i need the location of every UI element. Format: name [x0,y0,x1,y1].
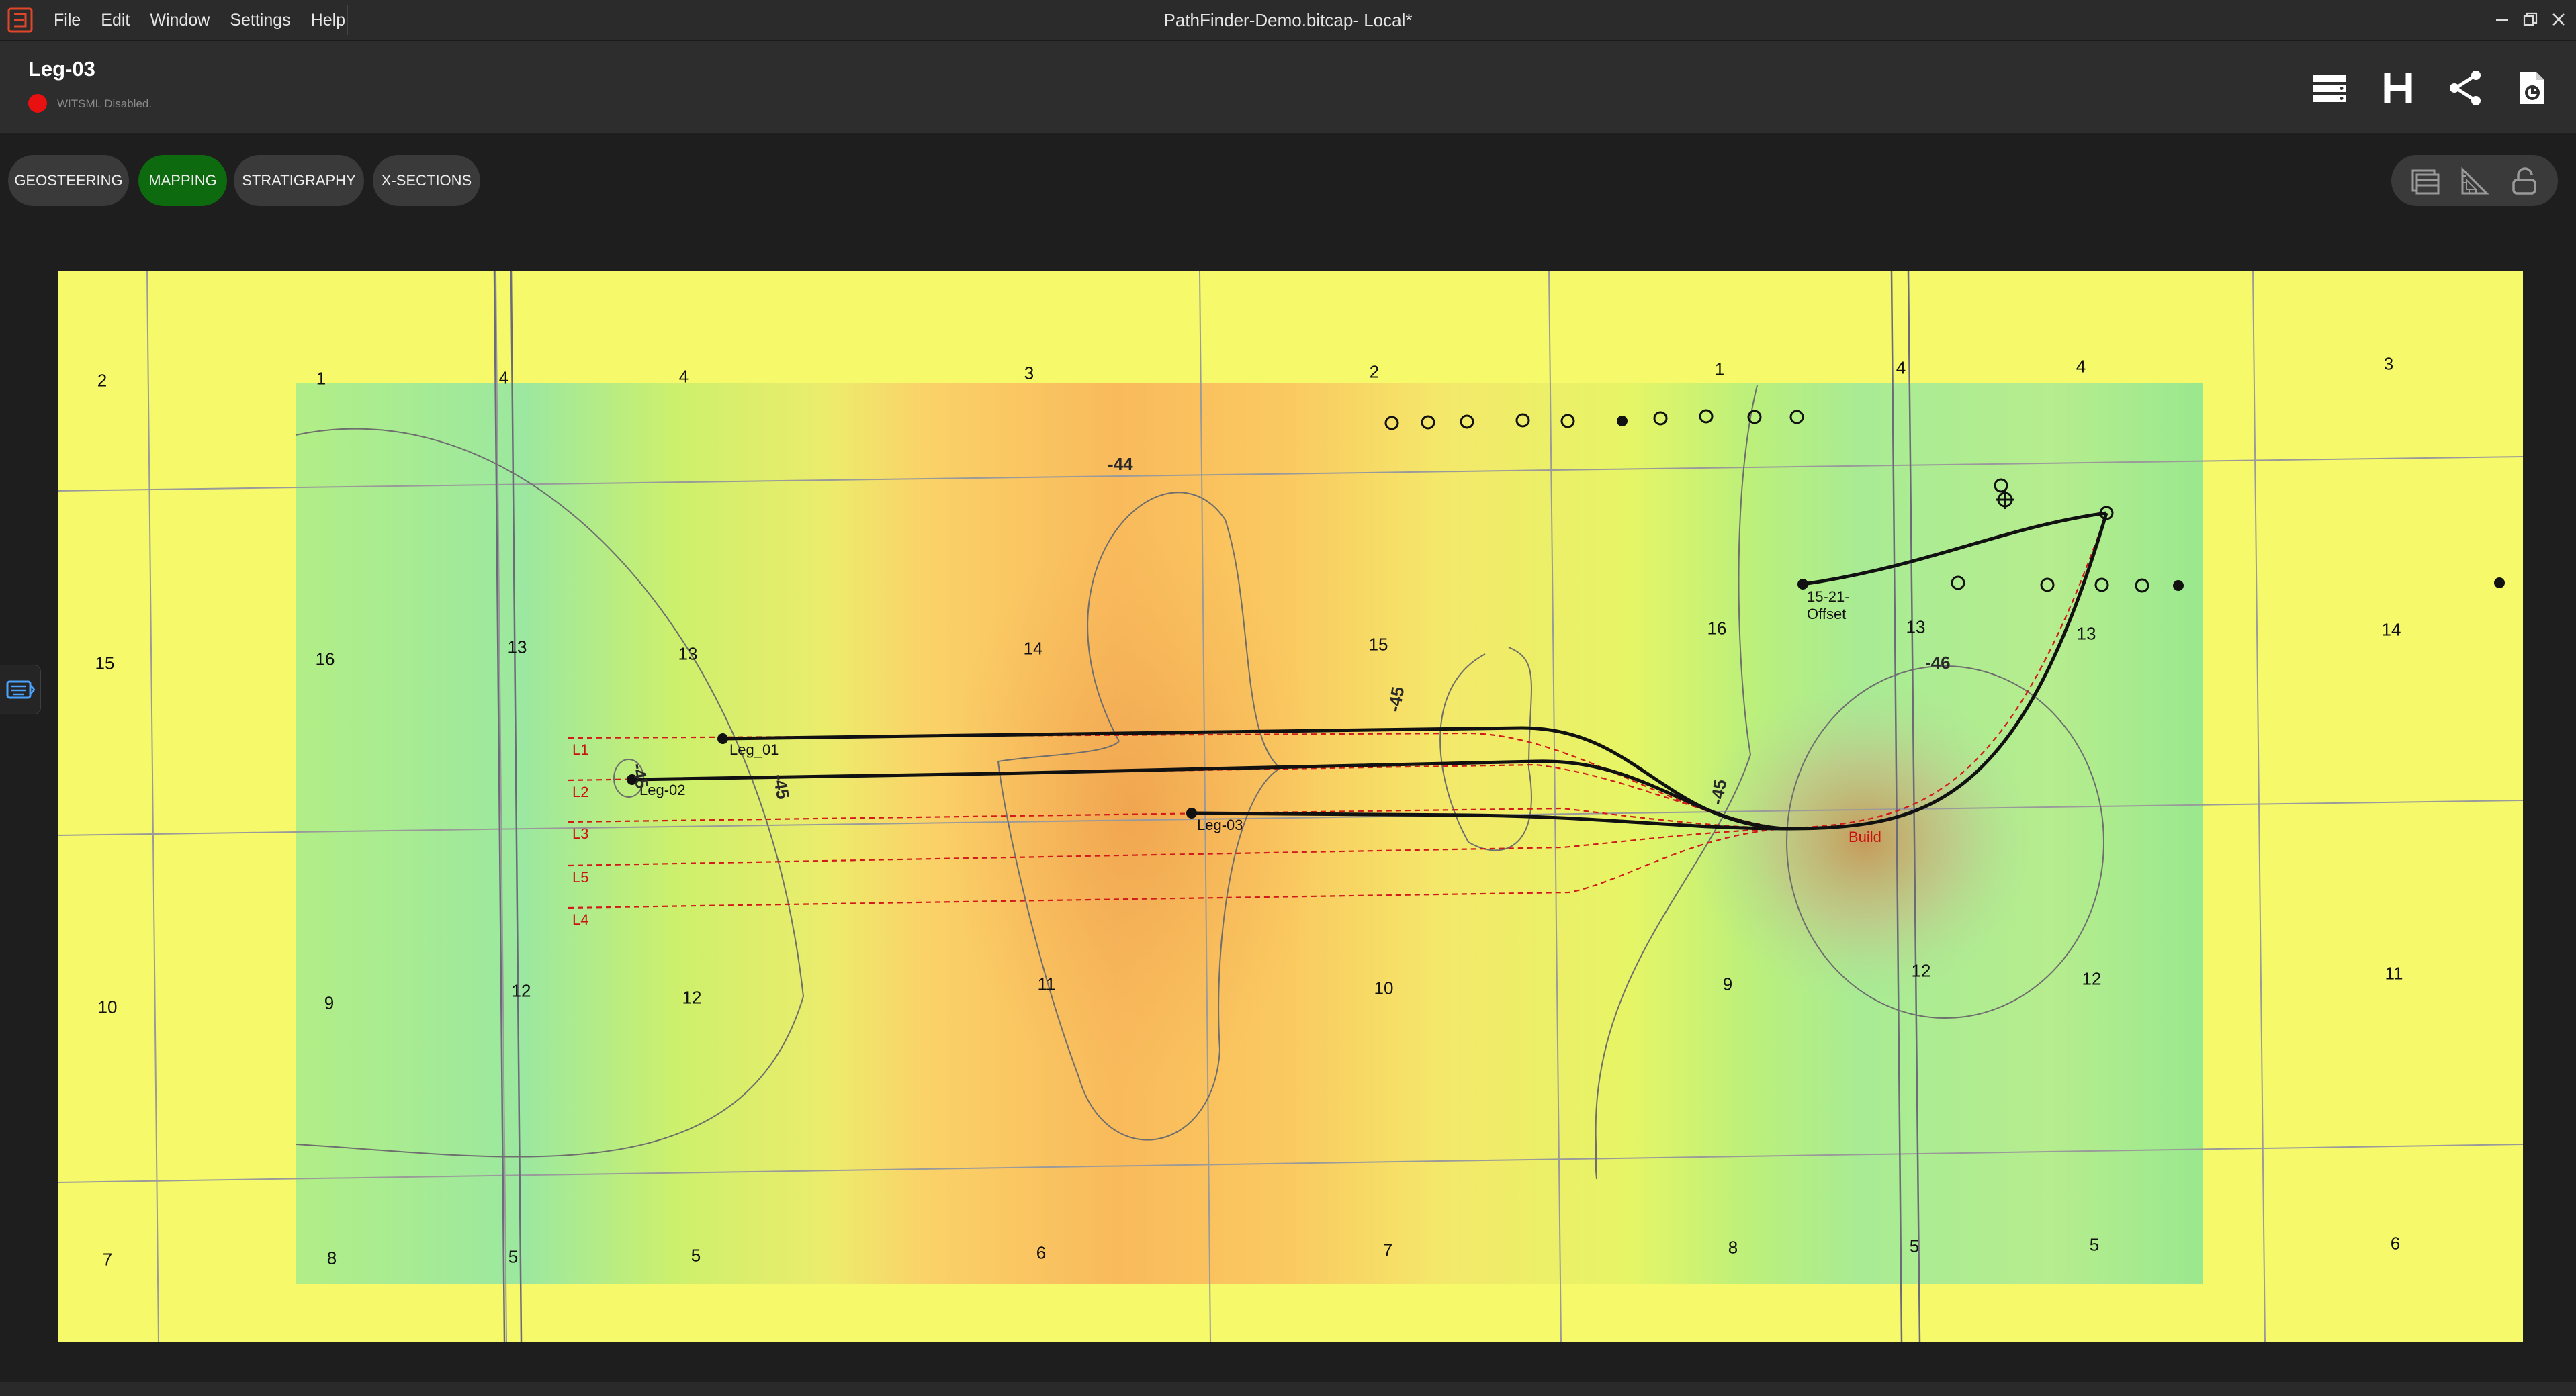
section-label: 6 [2390,1233,2401,1254]
tab-stratigraphy[interactable]: STRATIGRAPHY [234,155,364,206]
section-label: 8 [326,1248,337,1268]
section-label: 11 [2385,963,2403,984]
server-stack-icon[interactable] [2309,68,2350,108]
lateral-label-l2: L2 [572,784,589,800]
restore-icon[interactable] [2520,9,2540,30]
section-label: 7 [102,1249,113,1270]
section-label: 2 [1369,361,1380,382]
section-label: 1 [316,368,326,389]
section-label: 15 [95,653,115,673]
section-label: 4 [2076,356,2086,377]
witsml-status-dot [28,94,47,113]
section-label: 15 [1368,634,1388,655]
share-icon[interactable] [2445,68,2485,108]
section-label: 13 [1906,616,1926,637]
section-label: 7 [1382,1240,1393,1260]
section-label: 10 [1374,978,1394,998]
build-label: Build [1849,829,1881,845]
view-toolbar: GEOSTEERING MAPPING STRATIGRAPHY X-SECTI… [0,133,2576,227]
lateral-label-l3: L3 [572,825,589,842]
tab-mapping[interactable]: MAPPING [138,155,227,206]
lateral-label-l1: L1 [572,741,589,758]
layers-icon[interactable] [2409,165,2441,197]
contour-label: -44 [1108,454,1133,474]
section-label: 12 [682,987,702,1008]
section-label: 13 [507,637,527,657]
section-label: 5 [1909,1236,1920,1256]
section-label: 5 [691,1245,701,1266]
section-label: 14 [1023,638,1043,659]
side-panel-toggle[interactable] [0,665,41,714]
section-label: 9 [1722,974,1733,994]
well-label-leg-01[interactable]: Leg_01 [729,741,779,759]
lateral-label-l4: L4 [572,911,589,928]
section-label: 3 [2383,353,2394,374]
section-label: 4 [1896,357,1906,378]
map-canvas[interactable] [58,271,2523,1342]
section-label: 14 [2381,619,2401,640]
section-label: 5 [2089,1234,2100,1255]
well-header: Leg-03 WITSML Disabled. [0,41,2576,133]
section-label: 12 [1911,960,1931,981]
contour-label: -45 [628,761,653,790]
section-label: 4 [678,366,689,387]
map-tool-group [2391,155,2558,206]
well-label-leg-03[interactable]: Leg-03 [1197,817,1243,834]
section-label: 6 [1036,1242,1047,1263]
keyboard-icon [6,680,35,699]
section-label: 11 [1037,974,1056,994]
report-icon[interactable] [2512,68,2552,108]
title-bar: File Edit Window Settings Help PathFinde… [0,0,2576,41]
contour-label: -45 [1384,685,1409,714]
minimize-icon[interactable] [2492,9,2512,30]
section-label: 8 [1728,1237,1738,1258]
contour-label: -45 [1706,778,1731,806]
contour-label: -45 [769,772,794,801]
section-label: 16 [315,649,335,669]
witsml-status: WITSML Disabled. [57,97,152,110]
contour-label: -46 [1925,653,1951,673]
lateral-label-l5: L5 [572,869,589,886]
low-zone [944,526,1321,1090]
h-icon[interactable] [2378,68,2418,108]
section-label: 1 [1714,359,1725,379]
well-name: Leg-03 [28,57,95,81]
window-title: PathFinder-Demo.bitcap- Local* [1163,10,1413,30]
section-label: 13 [2076,623,2096,644]
section-label: 5 [508,1246,519,1267]
close-icon[interactable] [2548,9,2569,30]
section-label: 4 [498,367,509,388]
ruler-triangle-icon[interactable] [2458,165,2491,197]
tab-x-sections[interactable]: X-SECTIONS [373,155,480,206]
map-view[interactable]: 2 1 4 4 3 2 1 4 4 3 15 16 13 13 14 15 16… [58,271,2523,1342]
section-label: 12 [511,980,531,1001]
section-label: 12 [2082,968,2102,989]
section-label: 2 [97,370,107,391]
section-label: 10 [97,996,118,1017]
well-label-offset[interactable]: 15-21- [1807,588,1850,606]
section-label: 13 [678,643,698,664]
section-label: 16 [1707,618,1727,639]
section-label: 3 [1024,363,1034,383]
lock-icon[interactable] [2508,165,2540,197]
section-label: 9 [324,992,335,1013]
tab-geosteering[interactable]: GEOSTEERING [8,155,129,206]
well-label-offset-line2[interactable]: Offset [1807,606,1846,623]
status-bar [0,1382,2576,1396]
